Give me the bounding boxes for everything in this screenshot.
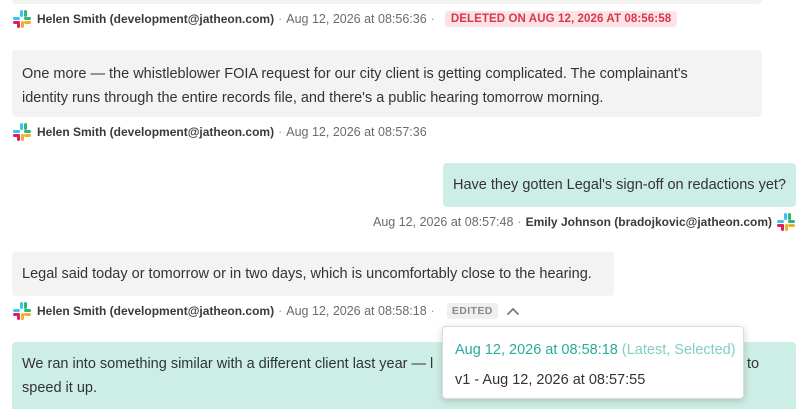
message-text: Have they gotten Legal's sign-off on red… [453, 177, 786, 193]
message-bubble-incoming: Legal said today or tomorrow or in two d… [12, 252, 614, 296]
slack-logo-icon [12, 122, 32, 142]
message-text-continued: to [747, 356, 760, 372]
meta-separator: · [517, 215, 522, 229]
meta-separator: · [278, 12, 283, 26]
message-bubble-incoming: One more — the whistleblower FOIA reques… [12, 50, 762, 117]
message-text: Legal said today or tomorrow or in two d… [22, 266, 592, 282]
slack-logo-icon [776, 212, 796, 232]
message-meta: Helen Smith (development@jatheon.com) · … [12, 122, 427, 142]
message-meta: Aug 12, 2026 at 08:57:48 · Emily Johnson… [373, 212, 796, 232]
version-latest-item[interactable]: Aug 12, 2026 at 08:58:18 (Latest, Select… [455, 339, 743, 369]
message-timestamp: Aug 12, 2026 at 08:57:48 [373, 215, 514, 229]
message-text: We ran into something similar with a dif… [22, 356, 434, 372]
message-bubble-outgoing: Have they gotten Legal's sign-off on red… [443, 163, 796, 207]
chevron-up-icon[interactable] [506, 304, 520, 318]
version-item[interactable]: v1 - Aug 12, 2026 at 08:57:55 [455, 369, 743, 399]
meta-separator: · [278, 125, 283, 139]
meta-separator: · [430, 12, 435, 26]
edited-badge: EDITED [446, 303, 498, 319]
message-text: One more — the whistleblower FOIA reques… [22, 66, 688, 106]
slack-logo-icon [12, 9, 32, 29]
edit-history-popup: Aug 12, 2026 at 08:58:18 (Latest, Select… [442, 326, 744, 399]
meta-separator: · [278, 304, 283, 318]
meta-separator: · [430, 304, 435, 318]
sender-name: Emily Johnson (bradojkovic@jatheon.com) [525, 215, 772, 229]
version-timestamp: Aug 12, 2026 at 08:58:18 [455, 342, 618, 358]
slack-logo-icon [12, 301, 32, 321]
deleted-badge: DELETED ON AUG 12, 2026 AT 08:56:58 [444, 11, 678, 27]
message-timestamp: Aug 12, 2026 at 08:58:18 [286, 304, 427, 318]
message-timestamp: Aug 12, 2026 at 08:57:36 [286, 125, 427, 139]
message-meta: Helen Smith (development@jatheon.com) · … [12, 9, 678, 29]
sender-name: Helen Smith (development@jatheon.com) [37, 125, 275, 139]
message-timestamp: Aug 12, 2026 at 08:56:36 [286, 12, 427, 26]
previous-message-bubble-edge [12, 0, 762, 4]
sender-name: Helen Smith (development@jatheon.com) [37, 304, 275, 318]
version-tag: (Latest, Selected) [621, 342, 736, 358]
message-meta: Helen Smith (development@jatheon.com) · … [12, 301, 520, 321]
sender-name: Helen Smith (development@jatheon.com) [37, 12, 275, 26]
